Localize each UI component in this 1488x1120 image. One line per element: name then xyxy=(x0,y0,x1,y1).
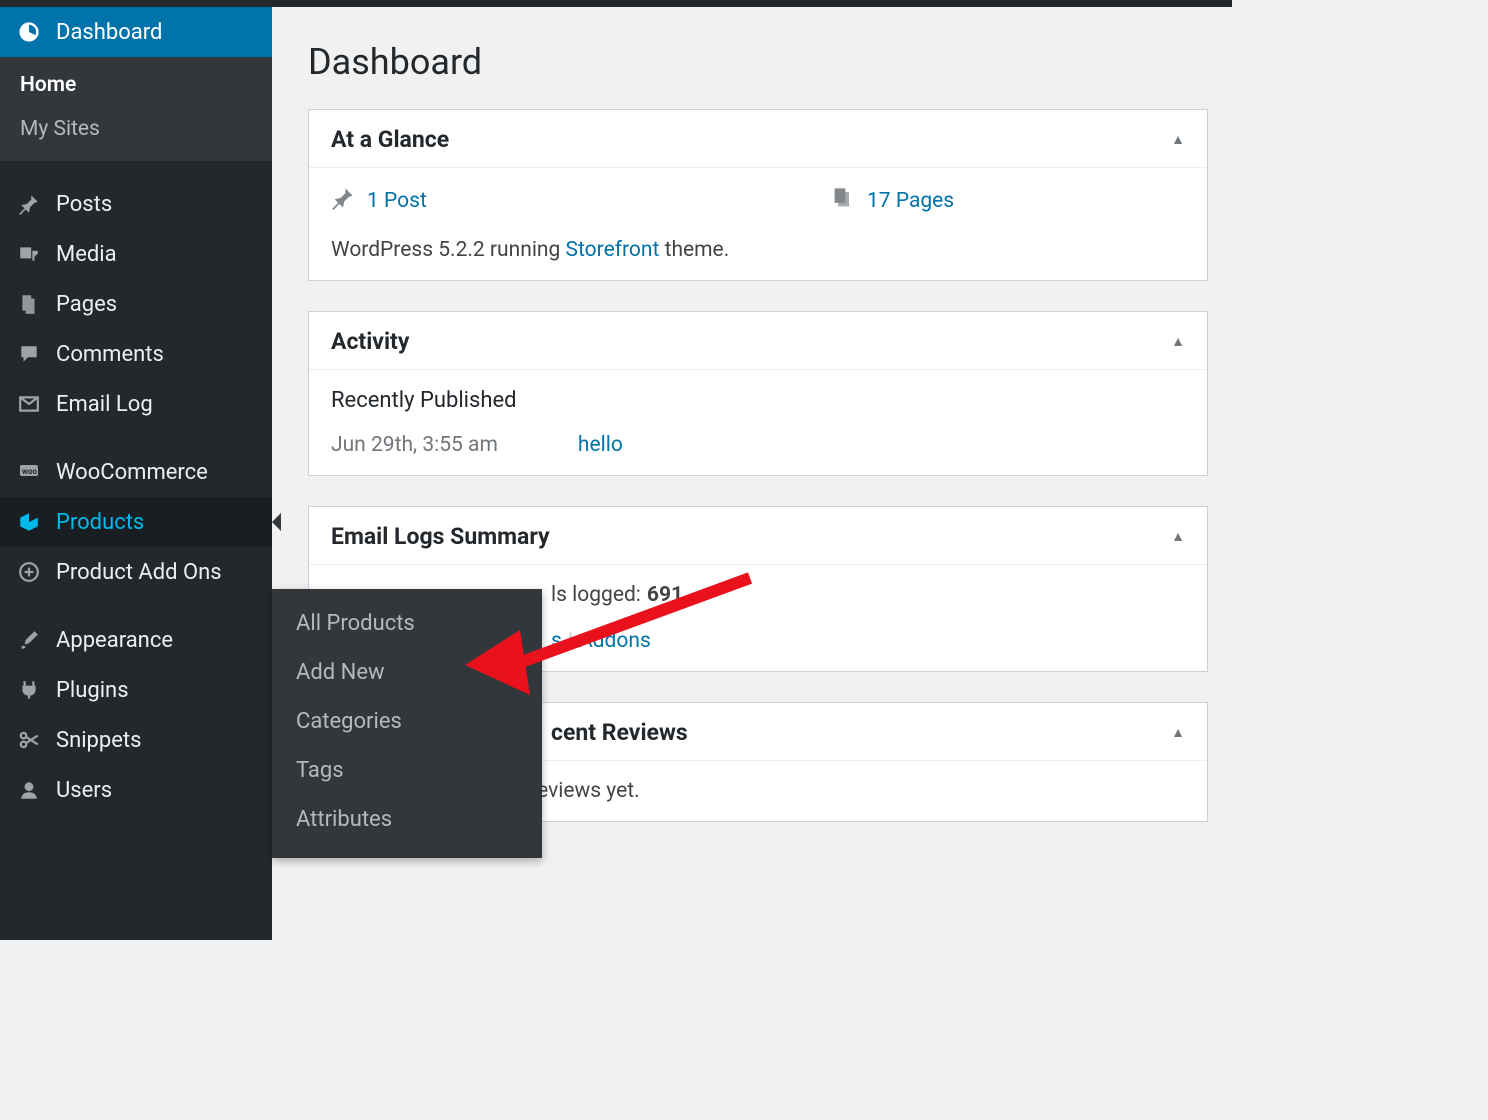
panel-at-a-glance: At a Glance ▲ 1 Post 17 Pages xyxy=(308,109,1208,281)
panel-header[interactable]: Email Logs Summary ▲ xyxy=(309,507,1207,565)
plus-circle-icon xyxy=(16,559,42,585)
pin-icon xyxy=(16,191,42,217)
collapse-toggle-icon[interactable]: ▲ xyxy=(1171,724,1185,741)
sidebar-sub-mysites[interactable]: My Sites xyxy=(0,107,272,151)
glance-posts: 1 Post xyxy=(331,186,771,216)
svg-text:woo: woo xyxy=(22,467,37,476)
admin-sidebar: Dashboard Home My Sites Posts Media Page… xyxy=(0,7,272,940)
sidebar-item-products[interactable]: Products xyxy=(0,497,272,547)
glance-posts-link[interactable]: 1 Post xyxy=(367,189,427,213)
sidebar-label: Email Log xyxy=(56,392,153,417)
panel-header[interactable]: Activity ▲ xyxy=(309,312,1207,370)
sidebar-label: Posts xyxy=(56,192,112,217)
media-icon xyxy=(16,241,42,267)
pages-icon xyxy=(831,186,855,216)
sidebar-item-posts[interactable]: Posts xyxy=(0,179,272,229)
sidebar-sub-home[interactable]: Home xyxy=(0,63,272,107)
sidebar-item-dashboard[interactable]: Dashboard xyxy=(0,7,272,57)
sidebar-submenu-dashboard: Home My Sites xyxy=(0,57,272,161)
collapse-toggle-icon[interactable]: ▲ xyxy=(1171,131,1185,148)
panel-title: Activity xyxy=(331,328,409,355)
user-icon xyxy=(16,777,42,803)
page-title: Dashboard xyxy=(308,41,1208,83)
sidebar-item-woocommerce[interactable]: woo WooCommerce xyxy=(0,447,272,497)
sidebar-item-appearance[interactable]: Appearance xyxy=(0,615,272,665)
sidebar-item-plugins[interactable]: Plugins xyxy=(0,665,272,715)
panel-title: At a Glance xyxy=(331,126,449,153)
glance-pages-link[interactable]: 17 Pages xyxy=(867,189,954,213)
scissors-icon xyxy=(16,727,42,753)
products-icon xyxy=(16,509,42,535)
wp-version-text: WordPress 5.2.2 running Storefront theme… xyxy=(331,238,1185,262)
sidebar-item-users[interactable]: Users xyxy=(0,765,272,815)
sidebar-item-productaddons[interactable]: Product Add Ons xyxy=(0,547,272,597)
brush-icon xyxy=(16,627,42,653)
activity-post-link[interactable]: hello xyxy=(578,433,623,457)
pin-icon xyxy=(331,186,355,216)
glance-pages: 17 Pages xyxy=(831,186,954,216)
woocommerce-icon: woo xyxy=(16,459,42,485)
sidebar-item-media[interactable]: Media xyxy=(0,229,272,279)
sidebar-label: Snippets xyxy=(56,728,142,753)
panel-title: Email Logs Summary xyxy=(331,523,550,550)
collapse-toggle-icon[interactable]: ▲ xyxy=(1171,528,1185,545)
sidebar-label: Media xyxy=(56,242,117,267)
theme-link[interactable]: Storefront xyxy=(566,238,660,262)
sidebar-label: Products xyxy=(56,510,144,535)
comments-icon xyxy=(16,341,42,367)
panel-activity: Activity ▲ Recently Published Jun 29th, … xyxy=(308,311,1208,476)
sidebar-label: WooCommerce xyxy=(56,460,208,485)
email-logs-settings-link[interactable]: s xyxy=(551,629,562,653)
dashboard-icon xyxy=(16,19,42,45)
sidebar-label: Users xyxy=(56,778,112,803)
sidebar-item-pages[interactable]: Pages xyxy=(0,279,272,329)
plugin-icon xyxy=(16,677,42,703)
flyout-add-new[interactable]: Add New xyxy=(272,648,542,697)
activity-date: Jun 29th, 3:55 am xyxy=(331,433,498,457)
flyout-all-products[interactable]: All Products xyxy=(272,599,542,648)
activity-section-title: Recently Published xyxy=(331,388,1185,413)
sidebar-label: Appearance xyxy=(56,628,173,653)
panel-header[interactable]: At a Glance ▲ xyxy=(309,110,1207,168)
sidebar-label: Comments xyxy=(56,342,164,367)
sidebar-label: Pages xyxy=(56,292,117,317)
sidebar-item-snippets[interactable]: Snippets xyxy=(0,715,272,765)
flyout-attributes[interactable]: Attributes xyxy=(272,795,542,844)
sidebar-label: Plugins xyxy=(56,678,129,703)
flyout-categories[interactable]: Categories xyxy=(272,697,542,746)
collapse-toggle-icon[interactable]: ▲ xyxy=(1171,333,1185,350)
sidebar-label: Product Add Ons xyxy=(56,560,222,585)
sidebar-item-comments[interactable]: Comments xyxy=(0,329,272,379)
flyout-tags[interactable]: Tags xyxy=(272,746,542,795)
sidebar-item-emaillog[interactable]: Email Log xyxy=(0,379,272,429)
email-icon xyxy=(16,391,42,417)
sidebar-label: Dashboard xyxy=(56,20,162,45)
email-logs-addons-link[interactable]: Addons xyxy=(579,629,651,653)
products-flyout-menu: All Products Add New Categories Tags Att… xyxy=(272,589,542,858)
pages-icon xyxy=(16,291,42,317)
